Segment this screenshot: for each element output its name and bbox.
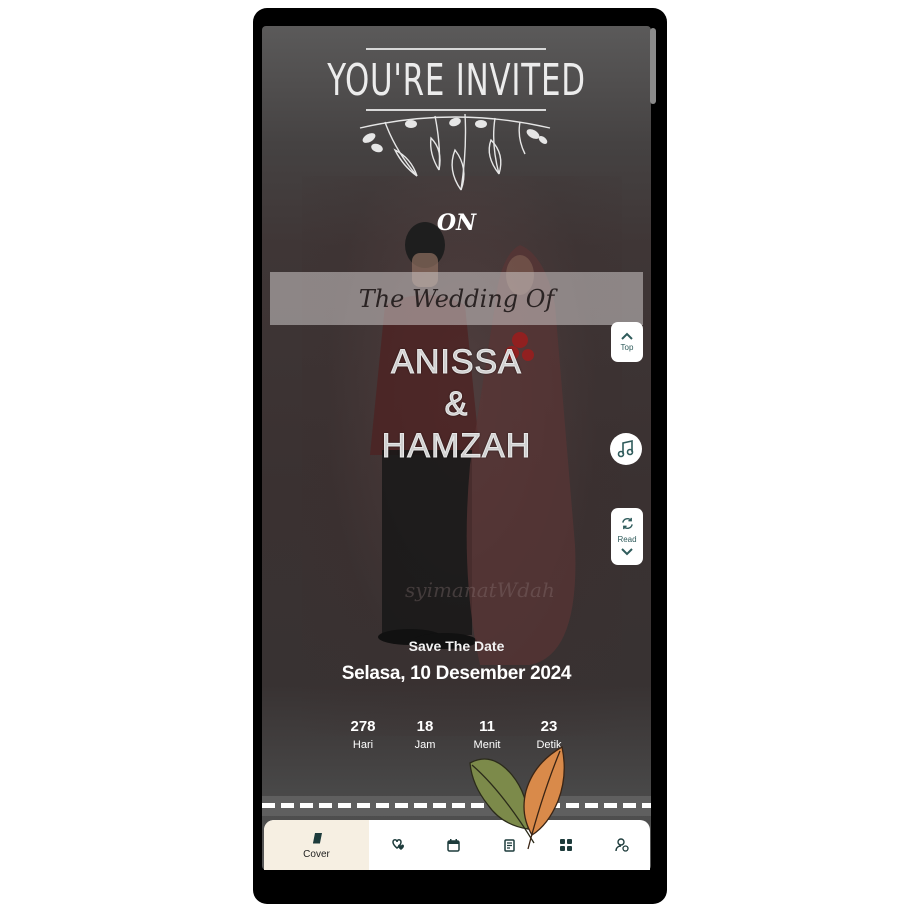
leaves-ornament-icon (359, 113, 551, 191)
person-edit-icon (615, 838, 629, 852)
invited-title: YOU'RE INVITED (327, 55, 586, 106)
nav-item-cover[interactable]: Cover (264, 820, 369, 870)
countdown-label: Hari (352, 739, 374, 751)
chevron-up-icon (621, 332, 633, 340)
auto-read-button[interactable]: Read (611, 508, 643, 565)
bride-name: ANISSA (391, 343, 522, 382)
countdown-value: 18 (416, 718, 434, 735)
hearts-icon (392, 839, 405, 850)
ampersand: & (444, 385, 469, 424)
chevron-down-icon (621, 548, 633, 556)
countdown-label: Jam (414, 739, 436, 751)
music-toggle-button[interactable] (610, 433, 642, 465)
illustration-watermark: syimanatWdah (405, 578, 555, 602)
title-rule-top (366, 48, 546, 50)
wedding-of-banner: The Wedding Of (270, 272, 643, 325)
book-icon (312, 832, 322, 843)
calendar-icon (447, 838, 460, 852)
scrollbar-thumb[interactable] (650, 28, 656, 104)
countdown-hours: 18 Jam (395, 718, 455, 751)
event-date: Selasa, 10 Desember 2024 (341, 663, 572, 684)
bottom-navigation: Cover (264, 820, 650, 870)
wedding-of-text: The Wedding Of (358, 284, 555, 313)
save-the-date-title: Save The Date (408, 638, 505, 654)
countdown-value: 23 (540, 718, 558, 735)
groom-name: HAMZAH (381, 427, 532, 466)
scroll-top-button[interactable]: Top (611, 322, 643, 362)
countdown-value: 278 (350, 718, 376, 735)
countdown-days: 278 Hari (333, 718, 393, 751)
countdown-value: 11 (479, 718, 495, 735)
read-label: Read (617, 535, 637, 544)
top-label: Top (620, 343, 634, 352)
nav-label: Cover (303, 848, 330, 860)
falling-leaves-icon (469, 745, 565, 850)
refresh-icon (621, 517, 633, 530)
nav-item-couple[interactable] (369, 820, 425, 870)
dashed-divider (262, 803, 651, 808)
nav-item-rsvp[interactable] (594, 820, 650, 870)
music-note-icon (617, 440, 634, 458)
